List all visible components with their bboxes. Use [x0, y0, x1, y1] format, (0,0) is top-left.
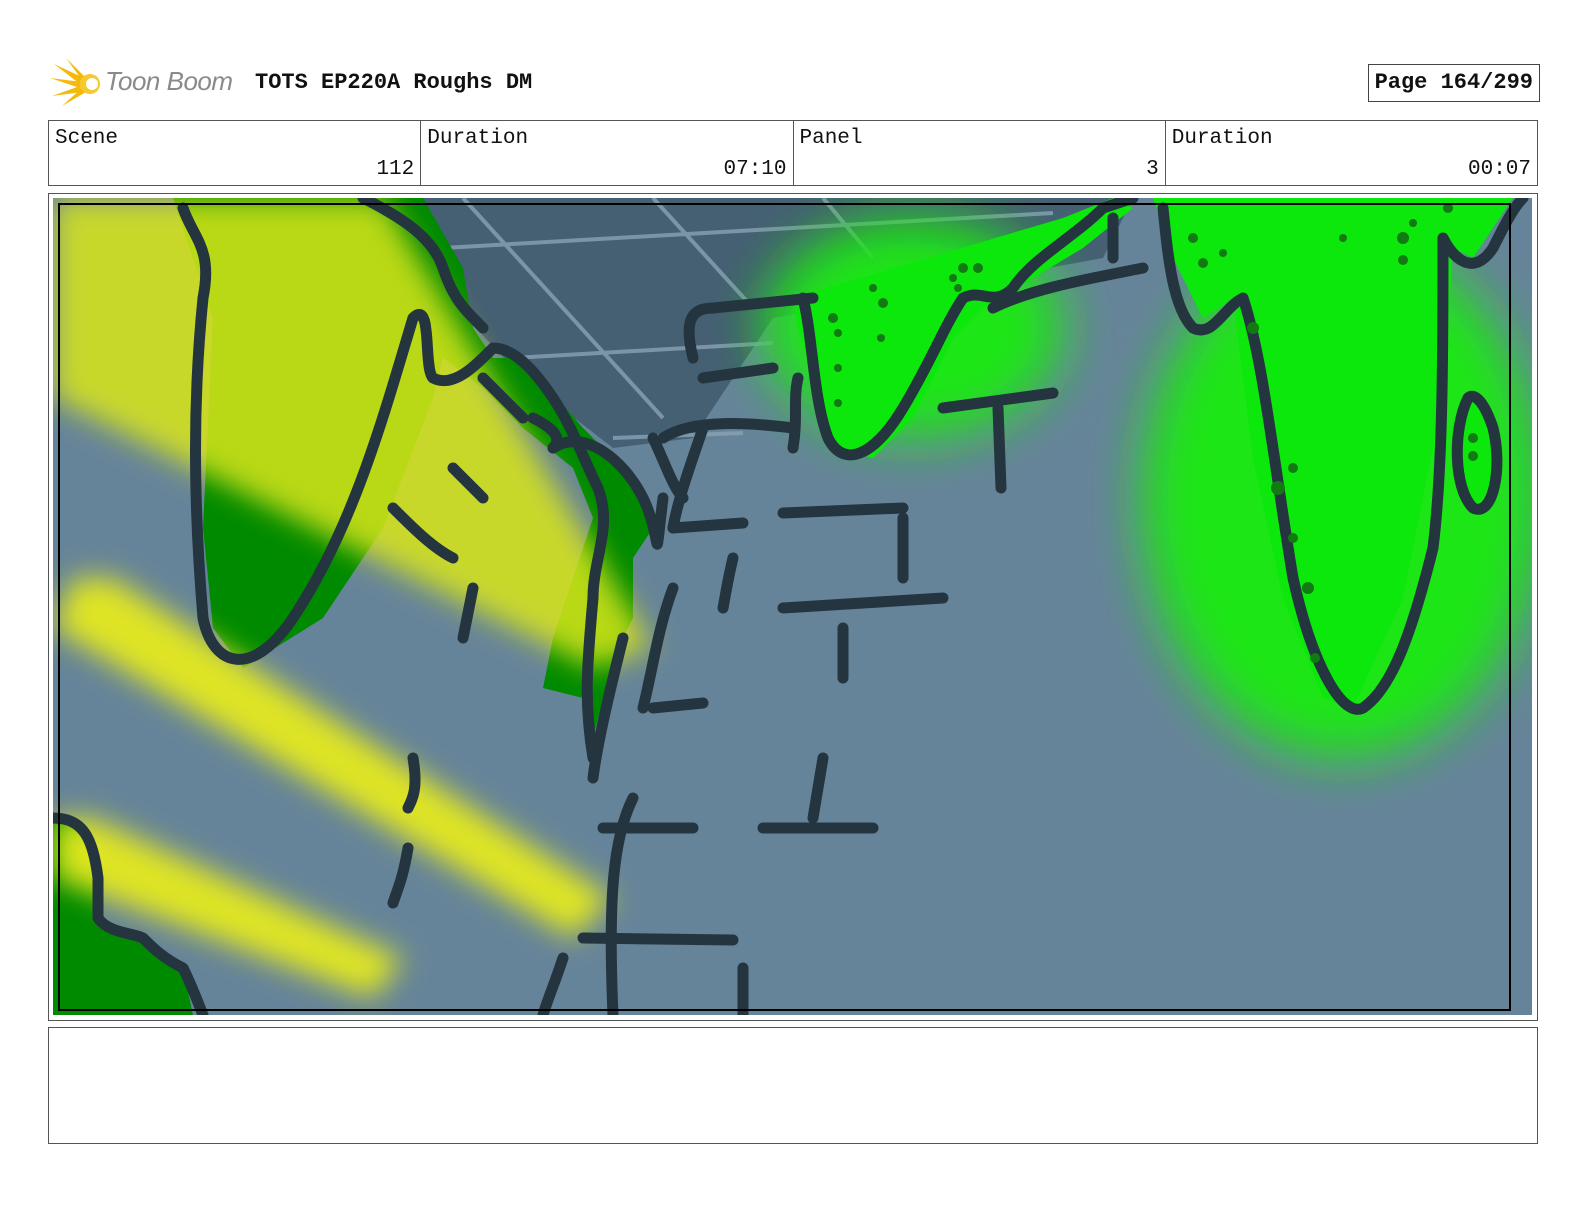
scene-duration-cell: Duration 07:10	[421, 121, 794, 185]
panel-cell: Panel 3	[794, 121, 1166, 185]
scene-label: Scene	[55, 127, 119, 150]
panel-duration-cell: Duration 00:07	[1166, 121, 1537, 185]
panel-artwork	[53, 198, 1532, 1015]
scene-cell: Scene 112	[49, 121, 422, 185]
logo-text: Toon Boom	[105, 66, 233, 96]
panel-value: 3	[1146, 158, 1159, 181]
page-number: Page 164/299	[1367, 64, 1540, 102]
panel-info-table: Scene 112 Duration 07:10 Panel 3 Duratio…	[48, 120, 1538, 186]
scene-duration-label: Duration	[427, 127, 529, 150]
panel-duration-value: 00:07	[1467, 158, 1531, 181]
page-header: Toon Boom TOTS EP220A Roughs DM Page 164…	[50, 56, 1540, 108]
panel-drawing	[53, 198, 1532, 1015]
panel-notes	[48, 1027, 1538, 1144]
storyboard-panel	[48, 193, 1538, 1021]
toon-boom-logo: Toon Boom	[50, 56, 250, 108]
scene-value: 112	[376, 158, 415, 181]
panel-duration-label: Duration	[1171, 127, 1273, 150]
sunburst-icon	[50, 58, 100, 106]
document-title: TOTS EP220A Roughs DM	[255, 70, 533, 95]
scene-duration-value: 07:10	[723, 158, 787, 181]
panel-label: Panel	[799, 127, 863, 150]
